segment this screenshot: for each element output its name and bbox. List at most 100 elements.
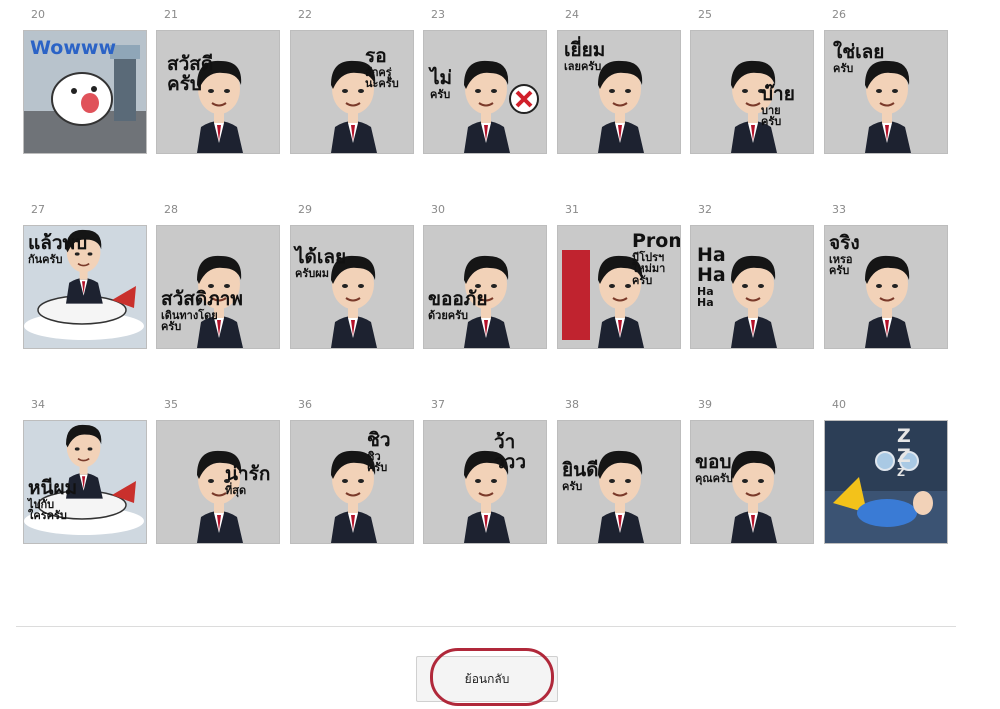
- caption-sub-text: ครับผม: [295, 266, 329, 280]
- sticker-image[interactable]: ใช่เลย ครับ: [824, 30, 948, 154]
- caption-sub-text: ด้วยครับ: [428, 308, 469, 322]
- sticker-caption: จริง เหรอ ครับ: [829, 232, 860, 278]
- sticker-image[interactable]: สวัสดี ครับ: [156, 30, 280, 154]
- caption-main-text: Z: [897, 425, 911, 447]
- caption-sub-text: ครับ: [430, 87, 451, 101]
- caption-main-text: Ha: [697, 263, 726, 286]
- sticker-caption: น่ารัก ที่สุด: [225, 463, 271, 497]
- caption-main-text: เยี่ยม: [564, 39, 606, 61]
- caption-main-text: ไม่: [430, 67, 453, 89]
- sticker-image[interactable]: ชิว ชิว ครับ: [290, 420, 414, 544]
- caption-main-text: ชิว: [367, 429, 391, 451]
- sticker-caption: ได้เลย ครับผม: [295, 246, 347, 280]
- caption-sub-text: กันครับ: [28, 252, 63, 266]
- sticker-image[interactable]: น่ารัก ที่สุด: [156, 420, 280, 544]
- sticker-image[interactable]: จริง เหรอ ครับ: [824, 225, 948, 349]
- sticker-image[interactable]: ขออภัย ด้วยครับ: [423, 225, 547, 349]
- sticker-number: 24: [565, 8, 579, 21]
- sticker-number: 35: [164, 398, 178, 411]
- sticker-number: 38: [565, 398, 579, 411]
- sticker-caption: สวัสดิภาพ เดินทางโดย ครับ: [161, 288, 243, 334]
- caption-sub-text: คุณครับ: [695, 471, 733, 485]
- caption-sub-text: Ha: [697, 296, 714, 310]
- sticker-image[interactable]: Ha Ha Ha Ha: [690, 225, 814, 349]
- sticker-image[interactable]: ได้เลย ครับผม: [290, 225, 414, 349]
- caption-sub-text: ใครครับ: [28, 509, 67, 523]
- caption-main-text: สวัสดิภาพ: [161, 288, 243, 310]
- sticker-caption: Wowww: [30, 37, 116, 59]
- caption-main-text: ขอบ: [695, 451, 732, 473]
- sticker-number: 30: [431, 203, 445, 216]
- sticker-image[interactable]: Promotionมีโปรฯใหม่มาครับ: [557, 225, 681, 349]
- sticker-number: 20: [31, 8, 45, 21]
- caption-main-text: รอ: [365, 45, 387, 67]
- sticker-image[interactable]: แล้วพบ กันครับ: [23, 225, 147, 349]
- divider: [16, 626, 956, 627]
- sticker-caption: หนีผม ไปกับ ใครครับ: [28, 477, 78, 523]
- sticker-caption: ใช่เลย ครับ: [833, 41, 885, 74]
- back-button[interactable]: ย้อนกลับ: [416, 656, 558, 702]
- sticker-image[interactable]: บ๊าย บาย ครับ: [690, 30, 814, 154]
- sticker-number: 28: [164, 203, 178, 216]
- caption-main-text: Wowww: [30, 37, 116, 59]
- caption-main-text: ใช่เลย: [833, 41, 885, 63]
- sticker-number: 23: [431, 8, 445, 21]
- caption-main-text: Ha: [697, 244, 726, 266]
- sticker-number: 34: [31, 398, 45, 411]
- sticker-caption: ชิว ชิว ครับ: [367, 429, 391, 475]
- caption-sub-text: เลยครับ: [564, 59, 602, 73]
- sticker-caption: ขอบ คุณครับ: [695, 451, 733, 485]
- caption-sub-text: ที่สุด: [225, 483, 247, 497]
- sticker-caption: เยี่ยม เลยครับ: [564, 39, 606, 73]
- sticker-caption: Promotionมีโปรฯใหม่มาครับ: [632, 230, 680, 287]
- sticker-caption: ขออภัย ด้วยครับ: [428, 289, 487, 322]
- caption-main-text: น่ารัก: [225, 463, 271, 485]
- caption-main-text: ยินดี: [562, 459, 599, 481]
- caption-main-text: หนีผม: [28, 477, 78, 499]
- caption-sub-text: ครับ: [829, 264, 850, 278]
- sticker-caption: ว้าววว: [494, 431, 546, 473]
- sticker-image[interactable]: ขอบ คุณครับ: [690, 420, 814, 544]
- sticker-number: 36: [298, 398, 312, 411]
- caption-main-text: แล้วพบ: [28, 232, 88, 254]
- caption-sub-text: ครับ: [161, 320, 182, 334]
- caption-main-text: สวัสดี: [167, 53, 214, 75]
- sticker-number: 27: [31, 203, 45, 216]
- sticker-image[interactable]: เยี่ยม เลยครับ: [557, 30, 681, 154]
- sticker-image[interactable]: Wowww: [23, 30, 147, 154]
- caption-main-text: จริง: [829, 232, 860, 254]
- sticker-number: 25: [698, 8, 712, 21]
- sticker-image[interactable]: ZZZ: [824, 420, 948, 544]
- sticker-image[interactable]: สวัสดิภาพ เดินทางโดย ครับ: [156, 225, 280, 349]
- sticker-number: 26: [832, 8, 846, 21]
- sticker-caption: ยินดี ครับ: [562, 459, 599, 493]
- sticker-image[interactable]: ไม่ ครับ: [423, 30, 547, 154]
- sticker-number: 40: [832, 398, 846, 411]
- caption-main-text: Promotion: [632, 230, 680, 252]
- sticker-image[interactable]: ว้าววว: [423, 420, 547, 544]
- caption-main-text: บ๊าย: [761, 83, 795, 105]
- caption-main-text: ว้าววว: [494, 431, 527, 473]
- sticker-number: 33: [832, 203, 846, 216]
- sticker-image[interactable]: ยินดี ครับ: [557, 420, 681, 544]
- caption-sub-text: ครับ: [367, 461, 388, 475]
- caption-sub-text: ครับ: [562, 479, 583, 493]
- sticker-caption: แล้วพบ กันครับ: [28, 232, 88, 266]
- sticker-caption: สวัสดี ครับ: [167, 53, 214, 95]
- sticker-image[interactable]: หนีผม ไปกับ ใครครับ: [23, 420, 147, 544]
- sticker-image[interactable]: รอ สักครู่ นะครับ: [290, 30, 414, 154]
- caption-main-text: ได้เลย: [295, 246, 347, 268]
- caption-sub-text: ครับ: [761, 115, 782, 129]
- caption-main-text: ครับ: [167, 72, 202, 95]
- sticker-caption: บ๊าย บาย ครับ: [761, 83, 795, 129]
- sticker-number: 37: [431, 398, 445, 411]
- sticker-caption: ไม่ ครับ: [430, 67, 453, 101]
- sticker-number: 21: [164, 8, 178, 21]
- sticker-caption: Ha Ha Ha Ha: [697, 244, 726, 310]
- sticker-number: 39: [698, 398, 712, 411]
- sticker-caption: ZZZ: [897, 425, 911, 478]
- sticker-caption: รอ สักครู่ นะครับ: [365, 45, 399, 91]
- sticker-number: 29: [298, 203, 312, 216]
- caption-sub-text: นะครับ: [365, 77, 399, 91]
- sticker-number: 22: [298, 8, 312, 21]
